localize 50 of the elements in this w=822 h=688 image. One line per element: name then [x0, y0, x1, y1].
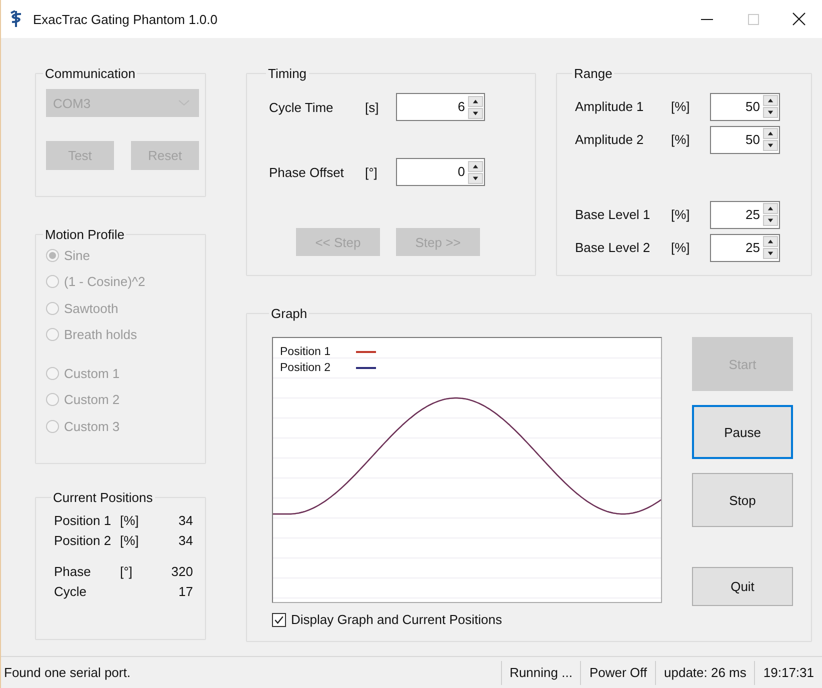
radio-label: Custom 2 [64, 392, 120, 408]
unit-label: [%] [671, 207, 691, 222]
field-label: Base Level 2 [575, 240, 652, 255]
status-panel: 19:17:31 [754, 660, 822, 684]
unit-label: [s] [365, 100, 380, 114]
group-title: Timing [267, 66, 308, 81]
position-value: 34 [178, 533, 193, 548]
field-label: Amplitude 1 [575, 99, 645, 114]
status-panel: Running ... [500, 660, 580, 684]
field-label: Amplitude 2 [575, 132, 645, 147]
position-label: Phase [54, 564, 92, 579]
unit-label: [%] [120, 533, 140, 548]
group-title: Range [573, 66, 614, 81]
radio-label: (1 - Cosine)^2 [64, 274, 146, 290]
position-value: 17 [178, 584, 193, 599]
status-panel: update: 26 ms [655, 660, 754, 684]
unit-label: [%] [671, 132, 691, 147]
window-title: ExacTrac Gating Phantom 1.0.0 [33, 12, 218, 26]
checkbox[interactable] [272, 612, 286, 626]
app-logo-icon [9, 10, 23, 28]
group-title: Current Positions [52, 490, 154, 505]
group-title: Communication [44, 66, 136, 81]
position-value: 320 [171, 564, 193, 579]
radio-label: Custom 1 [64, 366, 120, 381]
radio-label: Sine [64, 248, 90, 263]
legend-label: Position 1 [280, 346, 332, 358]
field-label: Phase Offset [269, 164, 345, 180]
legend-label: Position 2 [280, 362, 332, 374]
unit-label: [%] [671, 240, 691, 255]
position-label: Position 1 [54, 513, 112, 528]
radio-label: Custom 3 [64, 418, 120, 434]
radio-label: Sawtooth [64, 300, 118, 316]
checkbox-label: Display Graph and Current Positions [291, 612, 502, 627]
position-label: Position 2 [54, 533, 112, 548]
button[interactable]: Pause [692, 405, 793, 459]
position-label: Cycle [54, 584, 88, 599]
unit-label: [%] [671, 99, 691, 114]
group-title: Motion Profile [44, 227, 126, 242]
group-title: Graph [270, 306, 308, 321]
status-message: Found one serial port. [3, 665, 132, 680]
button[interactable]: Stop [692, 473, 793, 527]
radio-label: Breath holds [64, 327, 137, 342]
field-label: Cycle Time [269, 100, 334, 114]
position-value: 34 [178, 513, 193, 528]
unit-label: [°] [365, 164, 378, 180]
status-panel: Power Off [580, 660, 655, 684]
button[interactable]: Quit [692, 567, 793, 606]
unit-label: [%] [120, 513, 140, 528]
unit-label: [°] [120, 564, 134, 579]
field-label: Base Level 1 [575, 207, 652, 222]
